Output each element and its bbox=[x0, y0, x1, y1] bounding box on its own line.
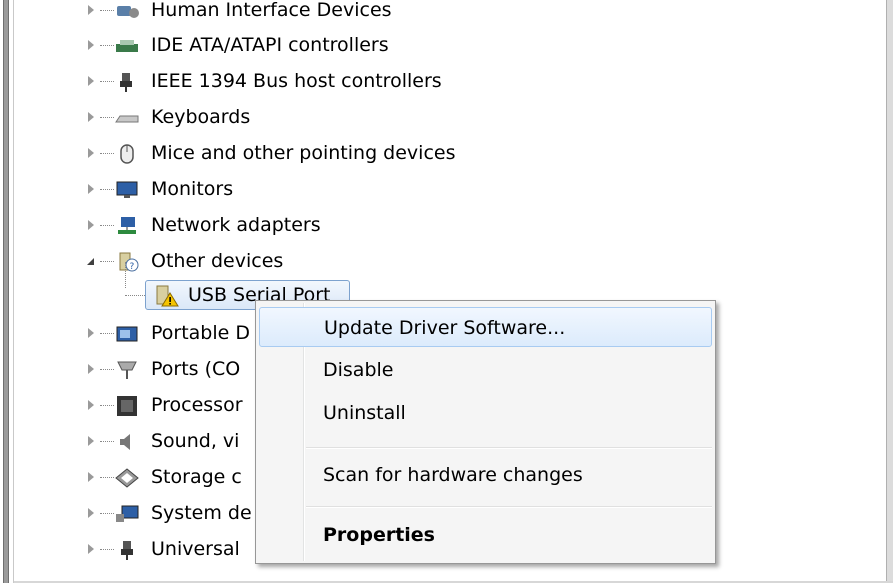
menu-item-disable[interactable]: Disable bbox=[259, 350, 712, 390]
menu-item-uninstall[interactable]: Uninstall bbox=[259, 393, 712, 433]
menu-item-label: Update Driver Software... bbox=[324, 317, 566, 339]
tree-item-label: Network adapters bbox=[151, 214, 321, 236]
tree-item-label: Processor bbox=[151, 394, 243, 416]
menu-separator bbox=[306, 447, 712, 449]
tree-item-label: Monitors bbox=[151, 178, 234, 200]
tree-item-label: System de bbox=[151, 502, 252, 524]
menu-item-update-driver-software[interactable]: Update Driver Software... bbox=[259, 307, 712, 347]
menu-separator bbox=[306, 506, 712, 508]
expand-arrow-icon[interactable] bbox=[86, 498, 100, 528]
tree-connector bbox=[125, 295, 147, 296]
network-adapter-icon bbox=[114, 215, 140, 235]
menu-item-label: Properties bbox=[323, 524, 435, 546]
tree-item-label: Ports (CO bbox=[151, 358, 241, 380]
menu-item-label: Uninstall bbox=[323, 402, 406, 424]
menu-item-label: Scan for hardware changes bbox=[323, 464, 583, 486]
tree-item-ieee-1394[interactable]: IEEE 1394 Bus host controllers bbox=[0, 66, 893, 96]
tree-item-label: Other devices bbox=[151, 250, 284, 272]
port-icon bbox=[114, 359, 140, 379]
menu-item-properties[interactable]: Properties bbox=[259, 515, 712, 555]
expand-arrow-icon[interactable] bbox=[86, 354, 100, 384]
tree-item-label: Storage c bbox=[151, 466, 242, 488]
menu-item-label: Disable bbox=[323, 359, 394, 381]
firewire-plug-icon bbox=[114, 71, 140, 92]
tree-item-label: Keyboards bbox=[151, 106, 251, 128]
tree-item-network-adapters[interactable]: Network adapters bbox=[0, 210, 893, 240]
menu-item-scan-for-hardware-changes[interactable]: Scan for hardware changes bbox=[259, 455, 712, 495]
collapse-arrow-icon[interactable] bbox=[86, 246, 100, 276]
expand-arrow-icon[interactable] bbox=[86, 138, 100, 168]
svg-text:?: ? bbox=[130, 262, 135, 272]
keyboard-icon bbox=[114, 107, 140, 127]
expand-arrow-icon[interactable] bbox=[86, 534, 100, 564]
expand-arrow-icon[interactable] bbox=[86, 390, 100, 420]
tree-item-label: Sound, vi bbox=[151, 430, 240, 452]
tree-connector bbox=[125, 262, 126, 288]
hid-icon bbox=[114, 0, 140, 20]
usb-plug-icon bbox=[114, 539, 140, 560]
tree-item-keyboards[interactable]: Keyboards bbox=[0, 102, 893, 132]
tree-item-human-interface-devices[interactable]: Human Interface Devices bbox=[0, 0, 893, 25]
expand-arrow-icon[interactable] bbox=[86, 318, 100, 348]
expand-arrow-icon[interactable] bbox=[86, 426, 100, 456]
warning-device-icon bbox=[152, 285, 180, 307]
tree-item-label: IDE ATA/ATAPI controllers bbox=[151, 34, 389, 56]
expand-arrow-icon[interactable] bbox=[86, 174, 100, 204]
tree-item-mice[interactable]: Mice and other pointing devices bbox=[0, 138, 893, 168]
tree-item-label: Portable D bbox=[151, 322, 251, 344]
processor-icon bbox=[114, 395, 140, 416]
mouse-icon bbox=[114, 143, 140, 164]
tree-item-monitors[interactable]: Monitors bbox=[0, 174, 893, 204]
portable-device-icon bbox=[114, 323, 140, 343]
tree-item-label: Human Interface Devices bbox=[151, 0, 392, 21]
tree-item-other-devices[interactable]: ? Other devices bbox=[0, 246, 893, 276]
expand-arrow-icon[interactable] bbox=[86, 462, 100, 492]
context-menu: Update Driver Software... Disable Uninst… bbox=[255, 300, 716, 564]
expand-arrow-icon[interactable] bbox=[86, 210, 100, 240]
tree-item-ide-ata-atapi-controllers[interactable]: IDE ATA/ATAPI controllers bbox=[0, 30, 893, 60]
monitor-icon bbox=[114, 179, 140, 199]
expand-arrow-icon[interactable] bbox=[86, 30, 100, 60]
unknown-device-icon: ? bbox=[114, 251, 140, 272]
speaker-icon bbox=[114, 431, 140, 451]
ide-controller-icon bbox=[114, 35, 140, 55]
tree-item-label: Universal bbox=[151, 538, 240, 560]
expand-arrow-icon[interactable] bbox=[86, 66, 100, 96]
system-device-icon bbox=[114, 503, 140, 523]
tree-item-label: IEEE 1394 Bus host controllers bbox=[151, 70, 442, 92]
expand-arrow-icon[interactable] bbox=[86, 102, 100, 132]
expand-arrow-icon[interactable] bbox=[86, 0, 100, 25]
storage-icon bbox=[114, 467, 140, 488]
tree-item-label: Mice and other pointing devices bbox=[151, 142, 456, 164]
